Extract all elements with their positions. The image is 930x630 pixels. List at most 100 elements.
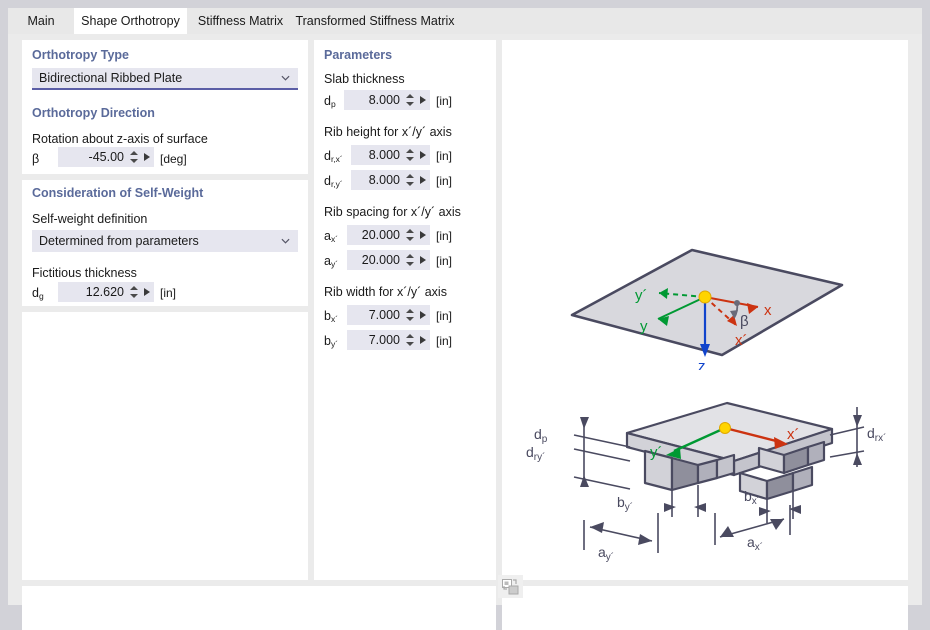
spinner-up-icon[interactable] [406, 334, 414, 338]
orthotropy-type-value: Bidirectional Ribbed Plate [32, 71, 182, 85]
spinner-arrows-icon[interactable] [404, 170, 416, 190]
spinner-down-icon[interactable] [406, 182, 414, 186]
spinner-up-icon[interactable] [406, 94, 414, 98]
orthotropy-type-select[interactable]: Bidirectional Ribbed Plate [32, 68, 298, 90]
symbol-subscript: x´ [331, 234, 338, 244]
self-weight-definition-value: Determined from parameters [32, 234, 199, 248]
spinner-arrows-icon[interactable] [128, 282, 140, 302]
spinner-arrows-icon[interactable] [404, 250, 416, 270]
dim-dry-label: dry´ [526, 444, 545, 463]
orthotropy-type-heading: Orthotropy Type [32, 48, 129, 62]
spinner-up-icon[interactable] [406, 174, 414, 178]
bottom-info-panel [22, 586, 496, 630]
tab-transformed-stiffness-matrix[interactable]: Transformed Stiffness Matrix [294, 8, 456, 34]
image-render-toggle-icon [502, 579, 519, 595]
expression-arrow-icon[interactable] [416, 90, 430, 110]
beta-unit: [deg] [160, 152, 187, 166]
rib-height-y-input[interactable]: 8.000 [351, 170, 430, 190]
spinner-arrows-icon[interactable] [404, 305, 416, 325]
label-x-prime: x´ [735, 332, 748, 349]
rib-spacing-x-unit: [in] [436, 229, 452, 243]
rib-spacing-y-input[interactable]: 20.000 [347, 250, 430, 270]
rib-width-y-unit: [in] [436, 334, 452, 348]
expression-arrow-icon[interactable] [416, 330, 430, 350]
spinner-arrows-icon[interactable] [404, 225, 416, 245]
spinner-up-icon[interactable] [406, 254, 414, 258]
spinner-down-icon[interactable] [406, 342, 414, 346]
symbol-base: b [324, 334, 331, 348]
dim-drx-label: drx´ [867, 425, 886, 444]
dim-ay-label: ay´ [598, 544, 614, 563]
rib-width-label: Rib width for x´/y´ axis [324, 285, 447, 299]
beta-input[interactable]: -45.00 [58, 147, 154, 167]
self-weight-heading: Consideration of Self-Weight [32, 186, 203, 200]
spinner-arrows-icon[interactable] [128, 147, 140, 167]
bottom-right-panel [502, 586, 908, 630]
dry-symbol: dr,y´ [324, 174, 343, 189]
by-symbol: by´ [324, 334, 338, 349]
slab-thickness-unit: [in] [436, 94, 452, 108]
label-y-prime-plate: y´ [650, 444, 663, 461]
expression-arrow-icon[interactable] [140, 147, 154, 167]
spinner-up-icon[interactable] [406, 149, 414, 153]
tab-shape-orthotropy[interactable]: Shape Orthotropy [74, 8, 187, 34]
symbol-subscript: r,x´ [331, 154, 343, 164]
rib-height-x-input[interactable]: 8.000 [351, 145, 430, 165]
chevron-down-icon [281, 74, 290, 83]
symbol-base: d [324, 94, 331, 108]
drx-symbol: dr,x´ [324, 149, 343, 164]
beta-symbol-label: β [32, 152, 39, 166]
rib-spacing-x-input[interactable]: 20.000 [347, 225, 430, 245]
expression-arrow-icon[interactable] [416, 225, 430, 245]
spinner-down-icon[interactable] [406, 102, 414, 106]
spinner-up-icon[interactable] [130, 286, 138, 290]
rib-height-x-unit: [in] [436, 149, 452, 163]
spinner-arrows-icon[interactable] [404, 330, 416, 350]
spinner-down-icon[interactable] [406, 317, 414, 321]
rib-height-x-value: 8.000 [351, 148, 404, 162]
parameters-panel: Parameters Slab thickness dp 8.000 [in] … [314, 40, 496, 580]
tab-stiffness-matrix[interactable]: Stiffness Matrix [187, 8, 294, 34]
dialog-content: Orthotropy Type Bidirectional Ribbed Pla… [8, 34, 922, 605]
spinner-down-icon[interactable] [130, 159, 138, 163]
tab-main[interactable]: Main [8, 8, 74, 34]
spinner-arrows-icon[interactable] [404, 90, 416, 110]
self-weight-definition-label: Self-weight definition [32, 212, 147, 226]
left-empty-panel [22, 312, 308, 580]
slab-thickness-label: Slab thickness [324, 72, 405, 86]
rib-width-y-input[interactable]: 7.000 [347, 330, 430, 350]
spinner-up-icon[interactable] [130, 151, 138, 155]
rib-spacing-y-value: 20.000 [347, 253, 404, 267]
rib-width-x-input[interactable]: 7.000 [347, 305, 430, 325]
symbol-subscript: g [39, 291, 44, 301]
rib-height-y-unit: [in] [436, 174, 452, 188]
expression-arrow-icon[interactable] [416, 170, 430, 190]
expression-arrow-icon[interactable] [416, 250, 430, 270]
fictitious-thickness-value: 12.620 [58, 285, 128, 299]
self-weight-definition-select[interactable]: Determined from parameters [32, 230, 298, 252]
expression-arrow-icon[interactable] [416, 145, 430, 165]
symbol-subscript: p [331, 99, 336, 109]
tab-label: Transformed Stiffness Matrix [295, 14, 454, 28]
symbol-base: a [324, 229, 331, 243]
spinner-down-icon[interactable] [130, 294, 138, 298]
spinner-up-icon[interactable] [406, 309, 414, 313]
spinner-down-icon[interactable] [406, 237, 414, 241]
orthotropy-direction-heading: Orthotropy Direction [32, 106, 155, 120]
spinner-arrows-icon[interactable] [404, 145, 416, 165]
group-separator-2 [22, 174, 308, 180]
image-render-toggle-icon-button[interactable] [498, 575, 523, 598]
spinner-down-icon[interactable] [406, 157, 414, 161]
rib-spacing-x-value: 20.000 [347, 228, 404, 242]
spinner-up-icon[interactable] [406, 229, 414, 233]
rib-spacing-label: Rib spacing for x´/y´ axis [324, 205, 461, 219]
chevron-down-icon [281, 237, 290, 246]
spinner-down-icon[interactable] [406, 262, 414, 266]
fictitious-thickness-input[interactable]: 12.620 [58, 282, 154, 302]
expression-arrow-icon[interactable] [140, 282, 154, 302]
slab-thickness-input[interactable]: 8.000 [344, 90, 430, 110]
graphics-preview-panel[interactable]: y´ y x x´ z β [502, 40, 908, 580]
parameters-heading: Parameters [324, 48, 392, 62]
expression-arrow-icon[interactable] [416, 305, 430, 325]
symbol-subscript: x´ [331, 314, 338, 324]
